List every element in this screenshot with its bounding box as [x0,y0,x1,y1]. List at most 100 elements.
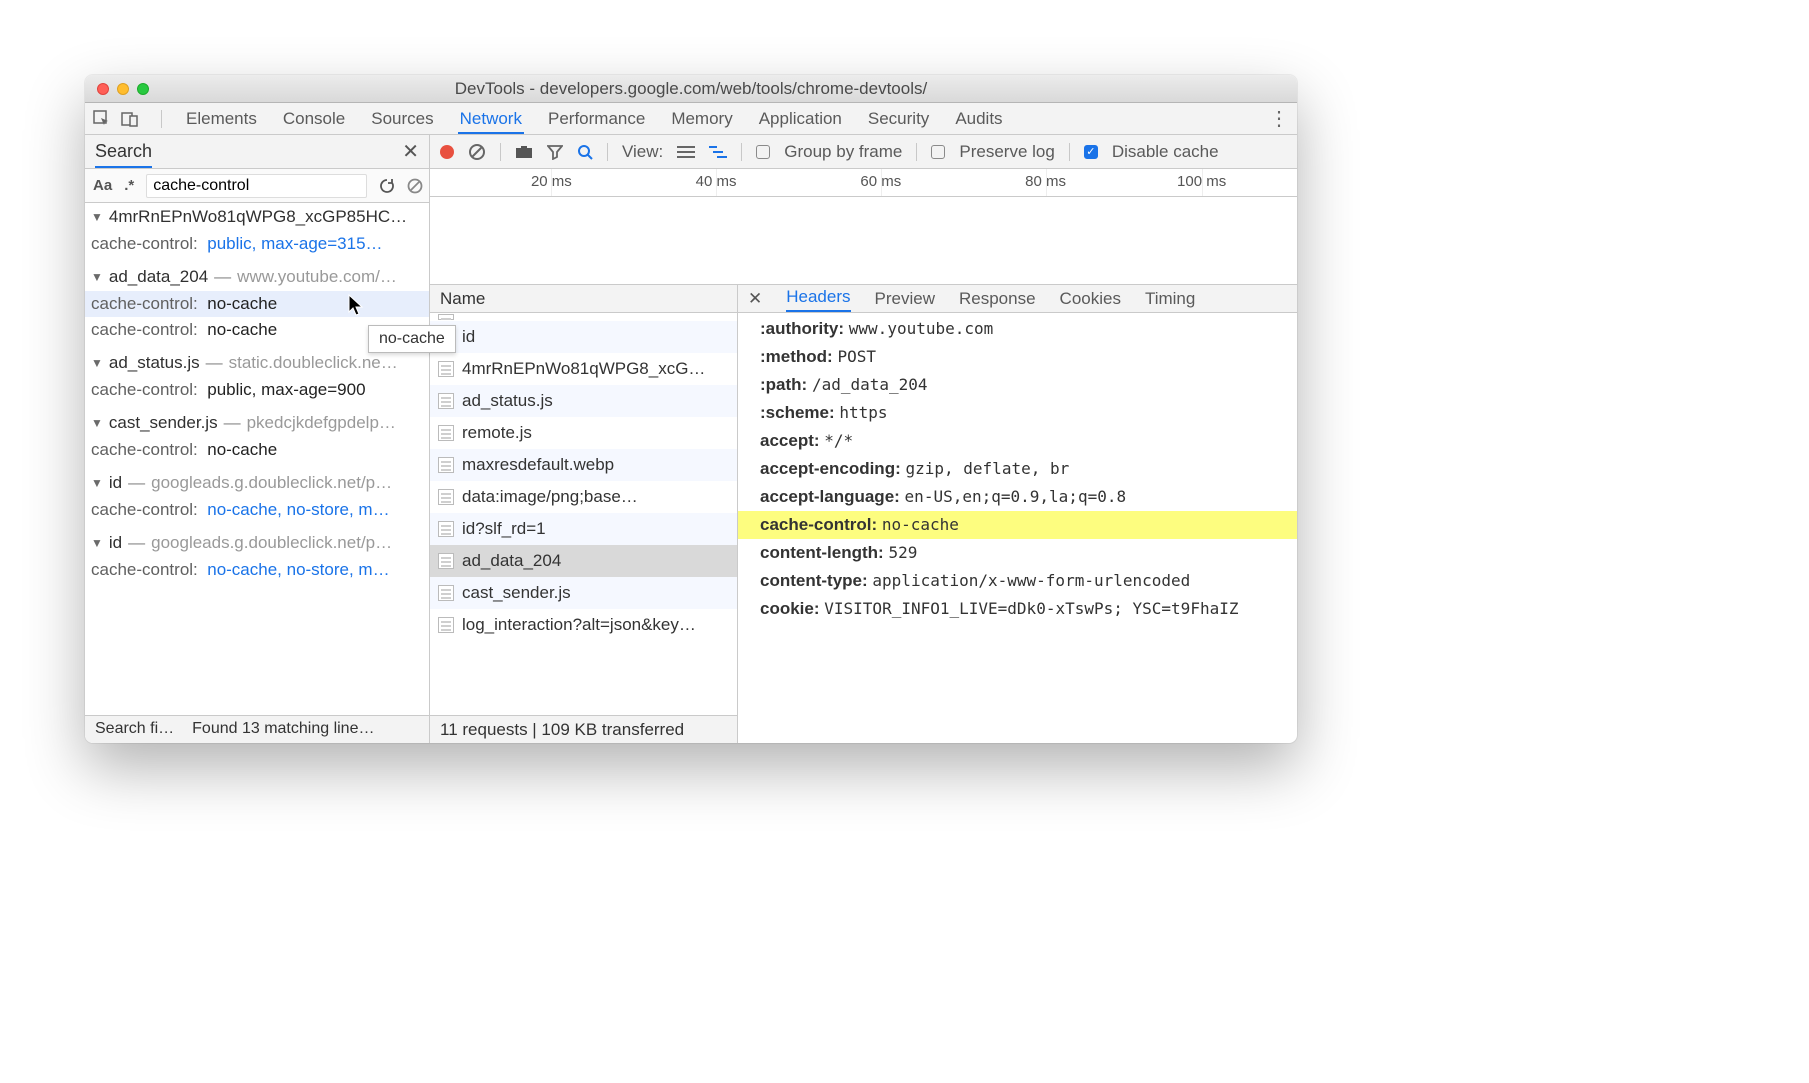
more-options-icon[interactable]: ⋮ [1269,106,1289,131]
timeline-tick: 40 ms [696,173,737,190]
zoom-window-button[interactable] [137,83,149,95]
request-list-header[interactable]: Name [430,285,737,313]
tab-application[interactable]: Application [757,103,844,135]
inspect-icon[interactable] [93,110,111,128]
header-row[interactable]: :path: /ad_data_204 [738,371,1297,399]
timeline-tick: 80 ms [1025,173,1066,190]
separator [161,110,162,128]
detail-tab-headers[interactable]: Headers [786,287,850,312]
tab-performance[interactable]: Performance [546,103,647,135]
view-waterfall-icon[interactable] [709,145,727,159]
close-detail-icon[interactable]: ✕ [748,289,762,309]
timeline-tick: 100 ms [1177,173,1226,190]
request-row[interactable]: log_interaction?alt=json&key… [430,609,737,641]
tab-memory[interactable]: Memory [669,103,734,135]
header-row[interactable]: content-length: 529 [738,539,1297,567]
disable-cache-checkbox[interactable]: ✓ [1084,145,1098,159]
device-toolbar-icon[interactable] [121,110,139,128]
request-row[interactable]: ad_data_204 [430,545,737,577]
search-result-line[interactable]: cache-control: no-cache, no-store, m… [85,557,429,583]
search-panel: Search ✕ Aa .* ▼ 4mrRnEPnWo81qWPG8_xcGP8… [85,135,430,743]
record-button[interactable] [440,145,454,159]
header-row[interactable]: cookie: VISITOR_INFO1_LIVE=dDk0-xTswPs; … [738,595,1297,623]
header-row[interactable]: accept-encoding: gzip, deflate, br [738,455,1297,483]
search-result-line[interactable]: cache-control: no-cache [85,437,429,463]
header-row[interactable]: cache-control: no-cache [738,511,1297,539]
request-row[interactable]: id?slf_rd=1 [430,513,737,545]
request-row[interactable]: maxresdefault.webp [430,449,737,481]
header-row[interactable]: accept: */* [738,427,1297,455]
request-row[interactable]: data:image/png;base… [430,481,737,513]
group-by-frame-label: Group by frame [784,142,902,162]
tab-elements[interactable]: Elements [184,103,259,135]
search-result-file[interactable]: ▼ id — googleads.g.doubleclick.net/p… [85,529,429,557]
network-toolbar: View: Group by frame Preserve log ✓ Disa… [430,135,1297,169]
tab-network[interactable]: Network [458,103,524,134]
search-results: ▼ 4mrRnEPnWo81qWPG8_xcGP85HC…cache-contr… [85,203,429,715]
preserve-log-checkbox[interactable] [931,145,945,159]
search-result-file[interactable]: ▼ id — googleads.g.doubleclick.net/p… [85,469,429,497]
regex-toggle[interactable]: .* [124,177,134,194]
request-row[interactable]: ad_status.js [430,385,737,417]
request-row[interactable]: 4mrRnEPnWo81qWPG8_xcG… [430,353,737,385]
search-result-line[interactable]: cache-control: public, max-age=900 [85,377,429,403]
view-list-icon[interactable] [677,145,695,159]
hover-tooltip: no-cache [368,325,456,353]
search-result-file[interactable]: ▼ 4mrRnEPnWo81qWPG8_xcGP85HC… [85,203,429,231]
search-result-line[interactable]: cache-control: no-cache [85,291,429,317]
close-search-icon[interactable]: ✕ [402,139,419,164]
match-case-toggle[interactable]: Aa [93,177,112,194]
request-list: Name id4mrRnEPnWo81qWPG8_xcG…ad_status.j… [430,285,738,743]
detail-tab-timing[interactable]: Timing [1145,289,1195,309]
search-network-icon[interactable] [577,144,593,160]
search-input[interactable] [146,174,367,198]
refresh-search-icon[interactable] [379,178,395,194]
header-row[interactable]: :authority: www.youtube.com [738,315,1297,343]
titlebar: DevTools - developers.google.com/web/too… [85,75,1297,103]
file-icon [438,457,454,473]
search-panel-label: Search [95,141,152,168]
header-row[interactable]: accept-language: en-US,en;q=0.9,la;q=0.8 [738,483,1297,511]
header-row[interactable]: content-type: application/x-www-form-url… [738,567,1297,595]
timeline-tick: 20 ms [531,173,572,190]
header-row[interactable]: :method: POST [738,343,1297,371]
detail-tab-preview[interactable]: Preview [875,289,935,309]
tab-console[interactable]: Console [281,103,347,135]
file-icon [438,393,454,409]
request-row[interactable]: id [430,321,737,353]
devtools-window: DevTools - developers.google.com/web/too… [85,75,1297,743]
clear-network-icon[interactable] [468,143,486,161]
file-icon [438,585,454,601]
request-list-footer: 11 requests | 109 KB transferred [430,715,737,743]
minimize-window-button[interactable] [117,83,129,95]
detail-tab-response[interactable]: Response [959,289,1036,309]
filter-icon[interactable] [547,144,563,160]
tab-sources[interactable]: Sources [369,103,435,135]
search-result-file[interactable]: ▼ cast_sender.js — pkedcjkdefgpdelp… [85,409,429,437]
request-row[interactable]: remote.js [430,417,737,449]
search-result-file[interactable]: ▼ ad_data_204 — www.youtube.com/… [85,263,429,291]
tab-security[interactable]: Security [866,103,931,135]
preserve-log-label: Preserve log [959,142,1054,162]
file-icon [438,553,454,569]
disable-cache-label: Disable cache [1112,142,1219,162]
detail-tab-cookies[interactable]: Cookies [1060,289,1121,309]
header-row[interactable]: :scheme: https [738,399,1297,427]
search-result-file[interactable]: ▼ ad_status.js — static.doubleclick.ne… [85,349,429,377]
clear-search-icon[interactable] [407,178,423,194]
tab-audits[interactable]: Audits [953,103,1004,135]
timeline-area[interactable] [430,197,1297,285]
search-result-line[interactable]: cache-control: no-cache, no-store, m… [85,497,429,523]
close-window-button[interactable] [97,83,109,95]
timeline-ruler[interactable]: 20 ms40 ms60 ms80 ms100 ms [430,169,1297,197]
main-tabs: Elements Console Sources Network Performance… [85,103,1297,135]
search-footer: Search fi… Found 13 matching line… [85,715,429,743]
file-icon [438,425,454,441]
file-icon [438,617,454,633]
group-by-frame-checkbox[interactable] [756,145,770,159]
window-title: DevTools - developers.google.com/web/too… [85,79,1297,99]
request-row[interactable]: cast_sender.js [430,577,737,609]
capture-screenshots-icon[interactable] [515,145,533,159]
search-result-line[interactable]: cache-control: public, max-age=315… [85,231,429,257]
request-detail: ✕ Headers Preview Response Cookies Timing :a… [738,285,1297,743]
